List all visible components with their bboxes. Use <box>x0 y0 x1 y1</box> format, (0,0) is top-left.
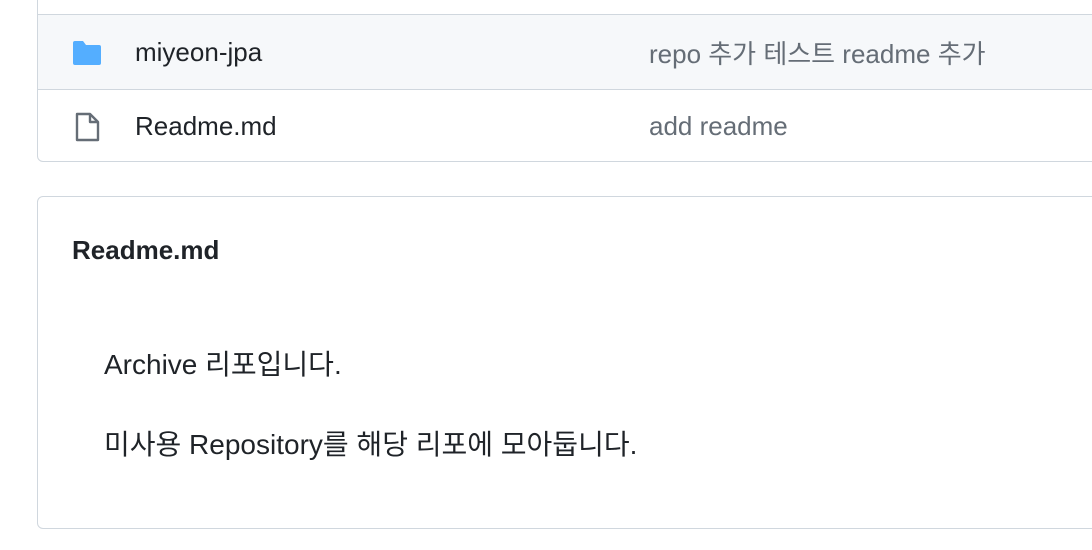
folder-icon <box>73 41 101 65</box>
file-name-link[interactable]: miyeon-jpa <box>135 37 262 68</box>
readme-paragraph: Archive 리포입니다. <box>104 349 342 380</box>
file-name-link[interactable]: Readme.md <box>135 111 277 142</box>
readme-paragraph: 미사용 Repository를 해당 리포에 모아둡니다. <box>104 429 638 460</box>
commit-message-link[interactable]: repo 추가 테스트 readme 추가 <box>649 34 986 71</box>
file-list: miyeon-jpa repo 추가 테스트 readme 추가 Readme.… <box>37 0 1092 162</box>
file-icon <box>75 112 100 142</box>
file-row-miyeon-jpa[interactable]: miyeon-jpa repo 추가 테스트 readme 추가 <box>38 14 1092 90</box>
readme-title[interactable]: Readme.md <box>72 235 219 266</box>
readme-panel: Readme.md Archive 리포입니다. 미사용 Repository를… <box>37 196 1092 529</box>
commit-message-link[interactable]: add readme <box>649 111 788 142</box>
file-row-readme[interactable]: Readme.md add readme <box>38 89 1092 161</box>
